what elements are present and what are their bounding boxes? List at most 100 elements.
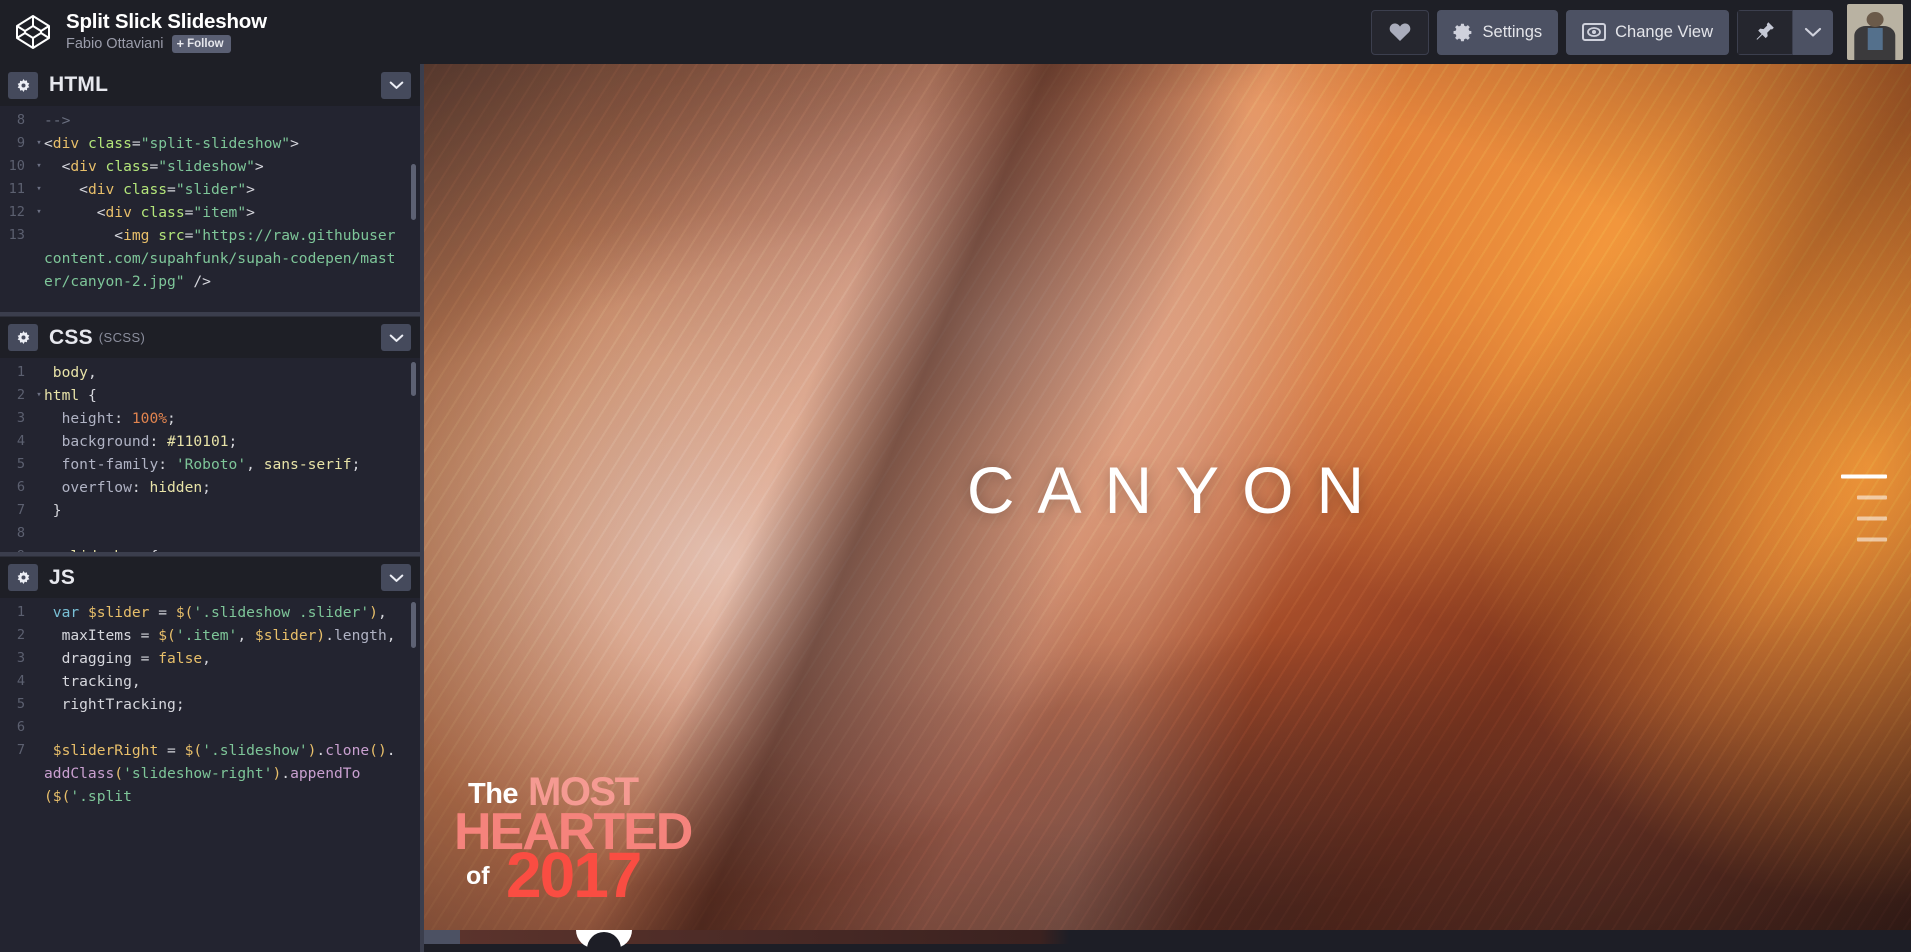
settings-button[interactable]: Settings bbox=[1436, 9, 1559, 55]
pin-pen-button[interactable] bbox=[1737, 9, 1793, 55]
css-panel-preprocessor: (SCSS) bbox=[98, 330, 146, 345]
follow-button[interactable]: + Follow bbox=[171, 35, 231, 54]
line-number: 8 bbox=[16, 525, 25, 541]
fold-toggle-icon[interactable]: ▾ bbox=[34, 155, 44, 178]
line-number: 2 bbox=[16, 627, 25, 643]
avatar-head bbox=[1866, 11, 1884, 27]
fold-toggle-icon[interactable]: ▾ bbox=[34, 201, 44, 224]
html-panel-header: HTML bbox=[0, 64, 420, 106]
slide-pagination bbox=[1841, 474, 1887, 542]
preview-bottom-chip bbox=[576, 930, 632, 948]
line-number: 5 bbox=[16, 456, 25, 472]
code-line: 8 --> bbox=[0, 109, 420, 132]
code-text: overflow: hidden; bbox=[44, 479, 211, 496]
code-line: 6 overflow: hidden; bbox=[0, 476, 420, 499]
line-number: 6 bbox=[16, 479, 25, 495]
pagination-line[interactable] bbox=[1857, 495, 1887, 500]
code-line: 7 } bbox=[0, 499, 420, 522]
code-text: font-family: 'Roboto', sans-serif; bbox=[44, 456, 361, 473]
code-text: body, bbox=[44, 364, 97, 381]
html-collapse-button[interactable] bbox=[381, 71, 411, 99]
code-line: 6 bbox=[0, 716, 420, 739]
toolbar-actions: Settings Change View bbox=[1370, 4, 1905, 60]
code-text: --> bbox=[44, 112, 71, 129]
editor-column: HTML 8 --> 9 ▾ <div class="split-slideshow">… bbox=[0, 64, 420, 952]
top-header-bar: Split Slick Slideshow Fabio Ottaviani + … bbox=[0, 0, 1911, 64]
css-code-scrollbar[interactable] bbox=[411, 362, 416, 396]
avatar-shirt bbox=[1867, 27, 1883, 50]
html-code-area[interactable]: 8 --> 9 ▾ <div class="split-slideshow"> 10 ▾ <… bbox=[0, 106, 420, 312]
slide-caption: CANYON bbox=[966, 453, 1388, 528]
code-line: 12 ▾ <div class="item"> bbox=[0, 201, 420, 224]
settings-button-label: Settings bbox=[1482, 22, 1543, 41]
pagination-line[interactable] bbox=[1857, 537, 1887, 542]
code-text: rightTracking; bbox=[44, 696, 185, 713]
preview-pane[interactable]: CANYON HEARTED MOST The 2017 of bbox=[420, 64, 1911, 952]
author-name[interactable]: Fabio Ottaviani bbox=[66, 36, 164, 52]
line-number: 3 bbox=[16, 410, 25, 426]
html-code-lines: 8 --> 9 ▾ <div class="split-slideshow"> 10 ▾ <… bbox=[0, 106, 420, 293]
pagination-line[interactable] bbox=[1857, 516, 1887, 521]
css-editor-panel: CSS (SCSS) 1 body, 2 ▾ html {3 height: 100%… bbox=[0, 316, 420, 552]
editor-preview-split: HTML 8 --> 9 ▾ <div class="split-slideshow">… bbox=[0, 64, 1911, 952]
change-view-button[interactable]: Change View bbox=[1566, 9, 1729, 55]
avatar[interactable] bbox=[1847, 4, 1903, 60]
heart-icon bbox=[1389, 23, 1410, 41]
js-settings-button[interactable] bbox=[8, 564, 38, 591]
pagination-line[interactable] bbox=[1841, 474, 1887, 479]
pin-dropdown-button[interactable] bbox=[1793, 10, 1833, 55]
code-text: tracking, bbox=[44, 673, 141, 690]
chevron-down-icon bbox=[1804, 27, 1822, 37]
line-number: 8 bbox=[16, 112, 25, 128]
line-number: 4 bbox=[16, 433, 25, 449]
codepen-logo-icon[interactable] bbox=[14, 13, 52, 51]
fold-toggle-icon[interactable]: ▾ bbox=[34, 132, 44, 155]
code-line: 4 tracking, bbox=[0, 670, 420, 693]
line-number: 1 bbox=[16, 364, 25, 380]
preview-bottom-bar bbox=[420, 930, 1911, 952]
code-line: 2 ▾ html { bbox=[0, 384, 420, 407]
css-code-area[interactable]: 1 body, 2 ▾ html {3 height: 100%; 4 backgrou… bbox=[0, 358, 420, 552]
html-code-scrollbar[interactable] bbox=[411, 164, 416, 220]
code-text: dragging = false, bbox=[44, 650, 211, 667]
change-view-button-label: Change View bbox=[1615, 22, 1713, 41]
code-line: 11 ▾ <div class="slider"> bbox=[0, 178, 420, 201]
fold-toggle-icon[interactable]: ▾ bbox=[34, 384, 44, 407]
line-number: 7 bbox=[16, 742, 25, 758]
code-text: <div class="slideshow"> bbox=[61, 158, 264, 175]
code-text: maxItems = $('.item', $slider).length, bbox=[44, 627, 396, 644]
fold-toggle-icon[interactable]: ▾ bbox=[34, 545, 44, 552]
code-text: .slideshow { bbox=[44, 545, 174, 552]
code-line: 8 bbox=[0, 522, 420, 545]
html-settings-button[interactable] bbox=[8, 71, 38, 99]
line-number: 11 bbox=[8, 181, 25, 197]
css-code-lines: 1 body, 2 ▾ html {3 height: 100%; 4 backgrou… bbox=[0, 358, 420, 552]
js-panel-header: JS bbox=[0, 556, 420, 598]
preview-drag-handle[interactable] bbox=[420, 930, 460, 944]
codepen-editor-page: Split Slick Slideshow Fabio Ottaviani + … bbox=[0, 0, 1911, 952]
code-line: 4 background: #110101; bbox=[0, 430, 420, 453]
css-settings-button[interactable] bbox=[8, 324, 38, 351]
js-code-lines: 1 var $slider = $('.slideshow .slider'),… bbox=[0, 598, 420, 808]
chevron-down-icon bbox=[389, 574, 403, 582]
js-code-area[interactable]: 1 var $slider = $('.slideshow .slider'),… bbox=[0, 598, 420, 952]
line-number: 4 bbox=[16, 673, 25, 689]
fold-toggle-icon[interactable]: ▾ bbox=[34, 178, 44, 201]
code-line: 13 <img src="https://raw.githubuserconte… bbox=[0, 224, 420, 293]
js-collapse-button[interactable] bbox=[381, 564, 411, 591]
line-number: 13 bbox=[8, 227, 25, 243]
page-title: Split Slick Slideshow bbox=[66, 9, 267, 33]
code-line: 3 height: 100%; bbox=[0, 407, 420, 430]
line-number: 7 bbox=[16, 502, 25, 518]
editor-preview-resizer[interactable] bbox=[420, 64, 424, 952]
css-collapse-button[interactable] bbox=[381, 324, 411, 351]
code-text: height: 100%; bbox=[44, 410, 176, 427]
love-button[interactable] bbox=[1370, 9, 1429, 55]
chevron-down-icon bbox=[389, 81, 403, 89]
follow-button-label: Follow bbox=[187, 37, 224, 50]
line-number: 6 bbox=[16, 719, 25, 735]
code-line: 1 var $slider = $('.slideshow .slider'), bbox=[0, 601, 420, 624]
js-code-scrollbar[interactable] bbox=[411, 602, 416, 648]
line-number: 10 bbox=[8, 158, 25, 174]
code-line: 7 $sliderRight = $('.slideshow').clone()… bbox=[0, 739, 420, 808]
